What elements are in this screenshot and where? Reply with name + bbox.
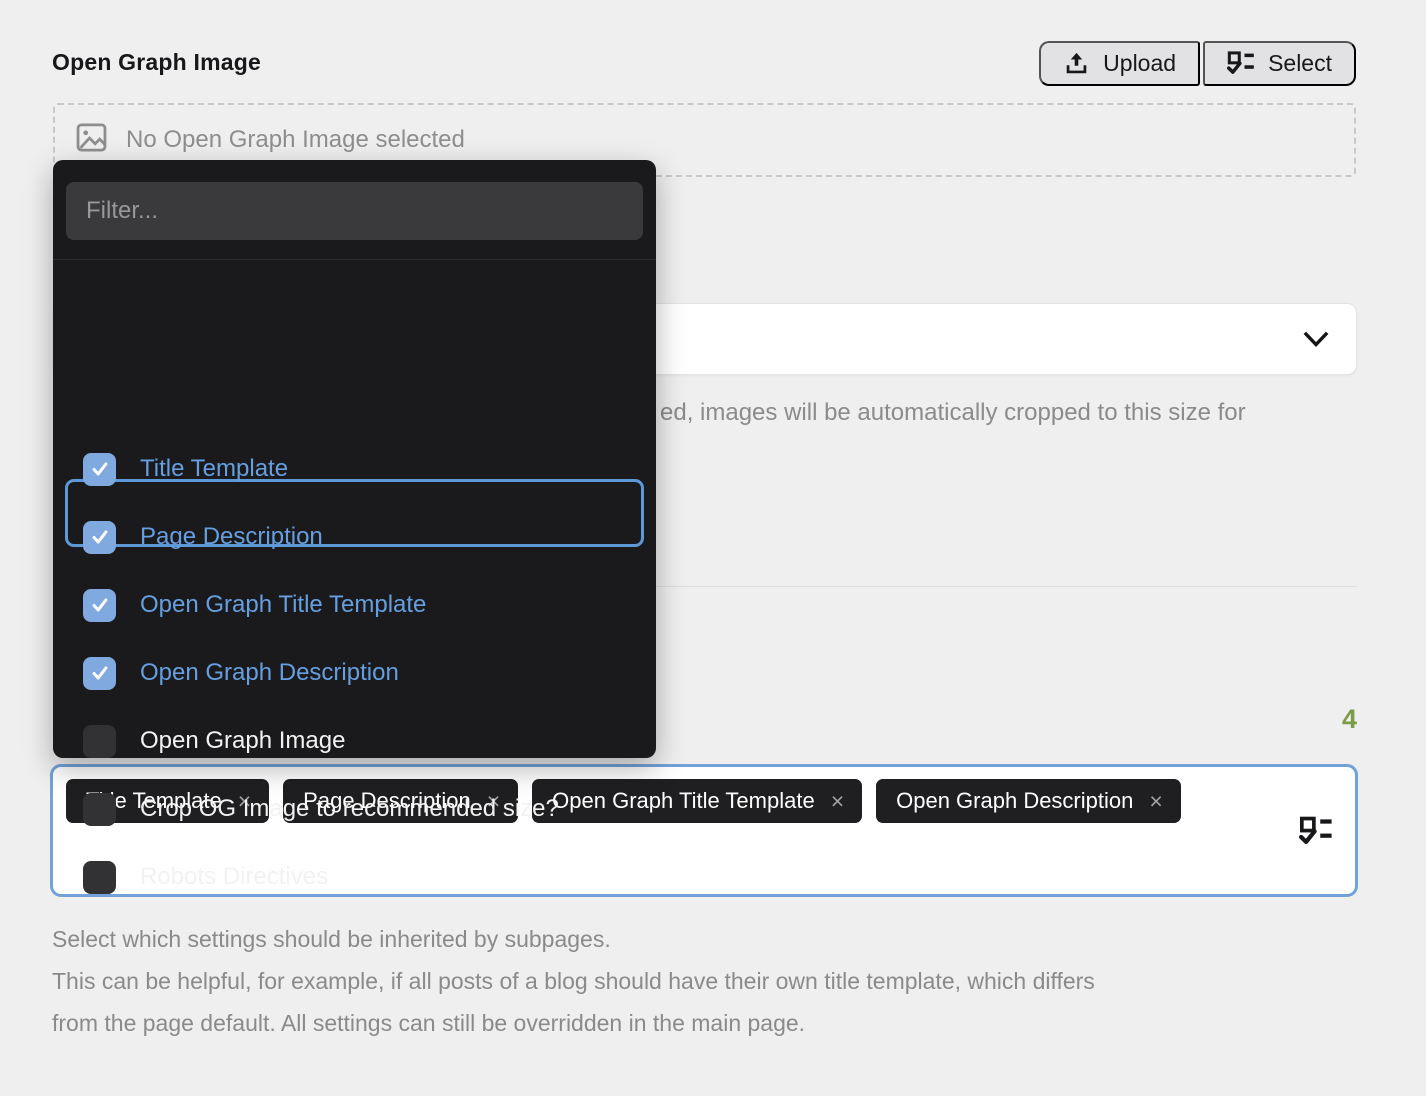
- image-icon: [75, 121, 108, 159]
- option-og-title-template[interactable]: Open Graph Title Template: [83, 588, 426, 622]
- filter-input[interactable]: [66, 182, 643, 240]
- option-label: Title Template: [140, 455, 288, 483]
- chevron-down-icon: [1302, 331, 1330, 354]
- checkbox-checked-icon[interactable]: [83, 589, 116, 622]
- checkbox-unchecked-icon[interactable]: [83, 793, 116, 826]
- asset-toolbar: Upload Select: [1039, 41, 1356, 86]
- select-button-label: Select: [1268, 50, 1332, 77]
- checkbox-checked-icon[interactable]: [83, 521, 116, 554]
- checkbox-unchecked-icon[interactable]: [83, 861, 116, 894]
- option-label: Open Graph Title Template: [140, 591, 426, 619]
- tag-label: Open Graph Title Template: [552, 788, 815, 814]
- help-line: Select which settings should be inherite…: [52, 918, 1095, 960]
- help-line: from the page default. All settings can …: [52, 1002, 1095, 1044]
- list-check-icon: [1227, 50, 1255, 78]
- tag-label: Open Graph Description: [896, 788, 1133, 814]
- inherit-settings-dropdown: Title Template Page Description Open Gra…: [53, 160, 656, 758]
- option-og-image[interactable]: Open Graph Image: [83, 724, 345, 758]
- option-label: Page Description: [140, 523, 323, 551]
- option-crop-og-image[interactable]: Crop OG Image to recommended size?: [83, 792, 559, 826]
- option-page-description[interactable]: Page Description: [83, 520, 323, 554]
- upload-button[interactable]: Upload: [1039, 41, 1200, 86]
- field-label-open-graph-image: Open Graph Image: [52, 49, 261, 76]
- upload-icon: [1063, 50, 1090, 77]
- select-button[interactable]: Select: [1203, 41, 1356, 86]
- crop-helper-text: ed, images will be automatically cropped…: [660, 399, 1246, 427]
- option-label: Open Graph Description: [140, 659, 399, 687]
- list-check-icon[interactable]: [1299, 815, 1333, 854]
- checkbox-unchecked-icon[interactable]: [83, 725, 116, 758]
- checkbox-checked-icon[interactable]: [83, 657, 116, 690]
- remove-tag-icon[interactable]: ×: [831, 790, 844, 813]
- option-title-template[interactable]: Title Template: [83, 452, 288, 486]
- tag-og-description: Open Graph Description ×: [876, 779, 1181, 823]
- option-og-description[interactable]: Open Graph Description: [83, 656, 399, 690]
- option-label: Crop OG Image to recommended size?: [140, 795, 559, 823]
- option-robots-directives[interactable]: Robots Directives: [83, 860, 328, 894]
- settings-page: Open Graph Image Upload Sele: [0, 0, 1426, 1096]
- inherit-settings-help: Select which settings should be inherite…: [52, 918, 1095, 1044]
- checkbox-checked-icon[interactable]: [83, 453, 116, 486]
- selected-count-badge: 4: [1342, 704, 1357, 735]
- og-image-empty-text: No Open Graph Image selected: [126, 126, 465, 154]
- option-label: Robots Directives: [140, 863, 328, 891]
- tag-og-title-template: Open Graph Title Template ×: [532, 779, 862, 823]
- option-label: Open Graph Image: [140, 727, 345, 755]
- help-line: This can be helpful, for example, if all…: [52, 960, 1095, 1002]
- remove-tag-icon[interactable]: ×: [1149, 790, 1162, 813]
- upload-button-label: Upload: [1103, 50, 1176, 77]
- dropdown-divider: [53, 259, 656, 260]
